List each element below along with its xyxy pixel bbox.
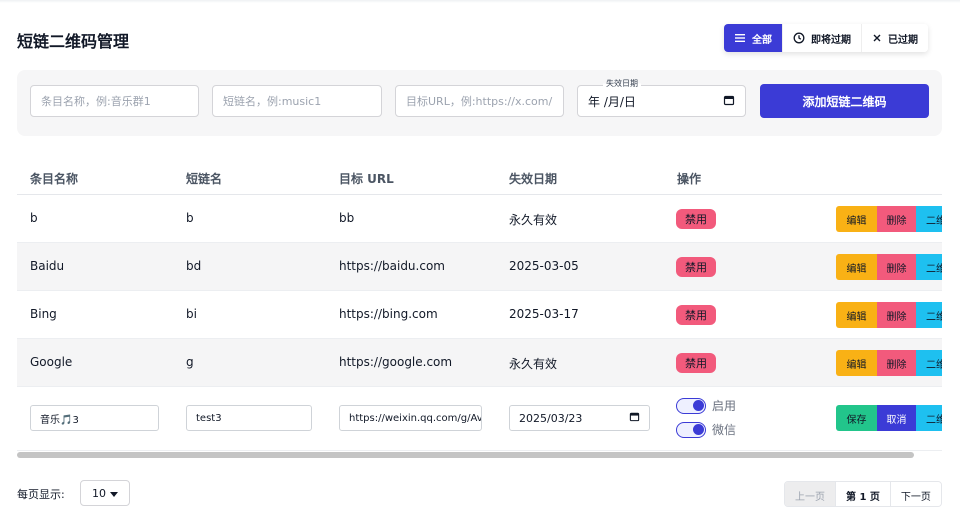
- list-icon: [734, 33, 746, 43]
- row-actions: 编辑 删除 二维: [836, 206, 942, 232]
- qrcode-button[interactable]: 二维: [916, 254, 942, 280]
- table-row: Bing bi https://bing.com 2025-03-17 禁用 编…: [17, 291, 942, 339]
- wechat-toggle[interactable]: 微信: [676, 421, 736, 438]
- save-button[interactable]: 保存: [836, 405, 877, 431]
- row-name: b: [30, 211, 38, 225]
- edit-row-actions: 保存 取消 二维: [836, 405, 942, 431]
- calendar-icon[interactable]: [723, 94, 735, 109]
- calendar-icon[interactable]: [629, 411, 640, 425]
- qrcode-button[interactable]: 二维: [916, 302, 942, 328]
- edit-button[interactable]: 编辑: [836, 254, 877, 280]
- next-page-button[interactable]: 下一页: [890, 482, 941, 506]
- column-header-expire: 失效日期: [509, 172, 558, 186]
- name-input[interactable]: 条目名称，例:音乐群1: [30, 85, 199, 117]
- filter-expiring-label: 即将过期: [811, 34, 851, 46]
- delete-button[interactable]: 删除: [877, 302, 916, 328]
- edit-name-input[interactable]: 音乐🎵3: [30, 405, 159, 431]
- enable-toggle[interactable]: 启用: [676, 397, 736, 414]
- table-row: Baidu bd https://baidu.com 2025-03-05 禁用…: [17, 243, 942, 291]
- short-name-input[interactable]: 短链名，例:music1: [212, 85, 382, 117]
- delete-button[interactable]: 删除: [877, 350, 916, 376]
- qrcode-button[interactable]: 二维: [916, 405, 942, 431]
- disable-status-button[interactable]: 禁用: [676, 305, 716, 325]
- row-short: g: [186, 355, 194, 369]
- expire-date-label: 失效日期: [603, 78, 641, 89]
- row-short: b: [186, 211, 194, 225]
- row-actions: 编辑 删除 二维: [836, 350, 942, 376]
- row-actions: 编辑 删除 二维: [836, 302, 942, 328]
- row-short: bi: [186, 307, 197, 321]
- row-url: bb: [339, 211, 355, 225]
- edit-button[interactable]: 编辑: [836, 302, 877, 328]
- per-page-select[interactable]: 10: [80, 480, 130, 506]
- clock-icon: [793, 32, 805, 44]
- filter-all-label: 全部: [752, 34, 772, 46]
- cancel-button[interactable]: 取消: [877, 405, 916, 431]
- row-actions: 编辑 删除 二维: [836, 254, 942, 280]
- expire-date-input[interactable]: 年 /月/日: [577, 85, 746, 117]
- table-row: Google g https://google.com 永久有效 禁用 编辑 删…: [17, 339, 942, 387]
- filter-all-button[interactable]: 全部: [724, 24, 783, 52]
- disable-status-button[interactable]: 禁用: [676, 209, 716, 229]
- close-icon: [872, 33, 882, 43]
- page-title: 短链二维码管理: [17, 32, 130, 51]
- target-url-input[interactable]: 目标URL，例:https://x.com/: [395, 85, 564, 117]
- row-expire: 永久有效: [509, 357, 558, 371]
- wechat-switch[interactable]: [676, 421, 706, 438]
- horizontal-scrollbar[interactable]: [17, 452, 914, 458]
- table-row: b b bb 永久有效 禁用 编辑 删除 二维: [17, 195, 942, 243]
- enable-switch[interactable]: [676, 397, 706, 414]
- wechat-toggle-label: 微信: [712, 423, 737, 437]
- edit-url-input[interactable]: https://weixin.qq.com/g/Av: [339, 405, 482, 431]
- filter-expiring-button[interactable]: 即将过期: [783, 24, 862, 52]
- row-expire: 永久有效: [509, 213, 558, 227]
- row-url: https://baidu.com: [339, 259, 445, 273]
- links-table: 条目名称 短链名 目标 URL 失效日期 操作 b b bb 永久有效 禁用 编…: [17, 157, 942, 451]
- row-short: bd: [186, 259, 202, 273]
- row-expire: 2025-03-05: [509, 259, 579, 273]
- row-name: Google: [30, 355, 73, 369]
- row-name: Baidu: [30, 259, 65, 273]
- column-header-short: 短链名: [186, 172, 223, 186]
- edit-expire-input[interactable]: 2025/03/23: [509, 405, 650, 431]
- column-header-name: 条目名称: [30, 172, 79, 186]
- edit-button[interactable]: 编辑: [836, 350, 877, 376]
- delete-button[interactable]: 删除: [877, 254, 916, 280]
- column-header-url: 目标 URL: [339, 172, 394, 186]
- add-form: 条目名称，例:音乐群1 短链名，例:music1 目标URL，例:https:/…: [17, 70, 942, 136]
- table-row-editing: 音乐🎵3 test3 https://weixin.qq.com/g/Av 20…: [17, 387, 942, 451]
- qrcode-button[interactable]: 二维: [916, 206, 942, 232]
- disable-status-button[interactable]: 禁用: [676, 353, 716, 373]
- per-page-label: 每页显示:: [17, 488, 65, 501]
- edit-button[interactable]: 编辑: [836, 206, 877, 232]
- row-url: https://google.com: [339, 355, 453, 369]
- delete-button[interactable]: 删除: [877, 206, 916, 232]
- filter-group: 全部 即将过期 已过期: [724, 24, 928, 52]
- enable-toggle-label: 启用: [712, 399, 737, 413]
- row-expire: 2025-03-17: [509, 307, 579, 321]
- add-qrcode-button[interactable]: 添加短链二维码: [760, 84, 929, 118]
- per-page-value: 10: [92, 486, 106, 500]
- row-url: https://bing.com: [339, 307, 438, 321]
- pagination: 上一页 第 1 页 下一页: [784, 481, 942, 507]
- column-header-actions: 操作: [677, 172, 702, 186]
- table-header: 条目名称 短链名 目标 URL 失效日期 操作: [17, 157, 942, 195]
- expire-date-value: 年 /月/日: [588, 94, 636, 109]
- caret-down-icon: [110, 487, 118, 500]
- qrcode-button[interactable]: 二维: [916, 350, 942, 376]
- top-divider: [0, 0, 960, 3]
- filter-expired-label: 已过期: [888, 34, 918, 46]
- filter-expired-button[interactable]: 已过期: [862, 24, 928, 52]
- current-page: 第 1 页: [836, 482, 891, 506]
- edit-short-input[interactable]: test3: [186, 405, 312, 431]
- edit-expire-value: 2025/03/23: [519, 411, 583, 425]
- row-name: Bing: [30, 307, 57, 321]
- disable-status-button[interactable]: 禁用: [676, 257, 716, 277]
- prev-page-button[interactable]: 上一页: [785, 482, 836, 506]
